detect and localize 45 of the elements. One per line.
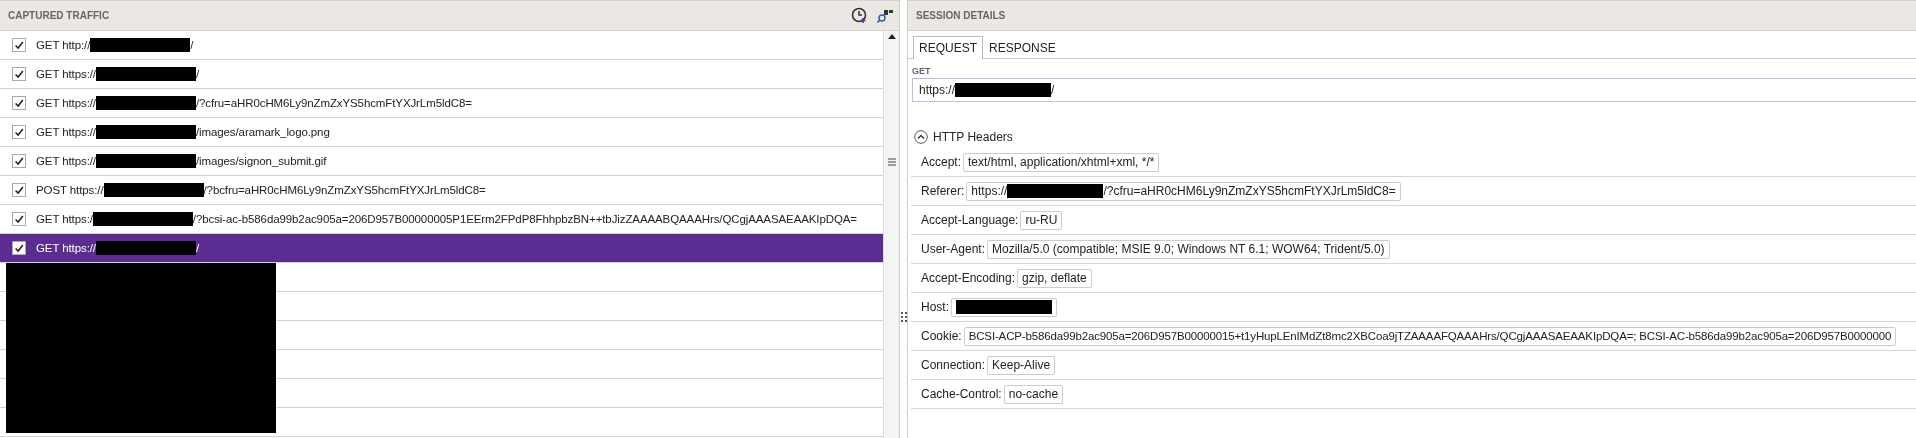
header-value-field[interactable]: ru-RU xyxy=(1020,210,1063,230)
traffic-row[interactable]: GET https:// /?cfru=aHR0cHM6Ly9nZmZxYS5hcmFtYXJrLm5ldC8= xyxy=(0,89,883,118)
header-value-field[interactable]: https:// /?cfru=aHR0cHM6Ly9nZmZxYS5hcmFtYXJrLm5ldC8= xyxy=(966,181,1401,201)
request-text: POST https:// xyxy=(36,184,104,196)
request-text: GET https:// xyxy=(36,68,96,80)
panel-title: CAPTURED TRAFFIC xyxy=(8,10,111,21)
tab[interactable]: REQUEST xyxy=(913,36,983,59)
request-text: GET https:// xyxy=(36,155,96,167)
traffic-row[interactable]: GET http:// / xyxy=(0,31,883,60)
request-text: GET https:/ xyxy=(36,213,93,225)
request-text: GET http:// xyxy=(36,39,91,51)
request-text: GET https:// xyxy=(36,126,96,138)
header-value-field[interactable]: gzip, deflate xyxy=(1017,268,1092,288)
header-value-field[interactable]: text/html, application/xhtml+xml, */* xyxy=(963,152,1160,172)
request-text: /images/aramark_logo.png xyxy=(195,126,330,138)
header-value-field[interactable]: no-cache xyxy=(1003,384,1064,404)
header-value-field[interactable]: BCSI-ACP-b586da99b2ac905a=206D957B00000015+t1yHupLEnIMdZt8mc2XBCoa9jTZAAAAFQAAAHrs/QCgjAAASAEAAKIpDQA=; BCSI-AC-b586da99b2ac905a=206D957B0000000 xyxy=(963,326,1897,346)
tab[interactable]: RESPONSE xyxy=(983,36,1062,58)
url-field[interactable]: https:// / xyxy=(912,78,1916,102)
request-text: /?bcsi-ac-b586da99b2ac905a=206D957B00000005P1EErm2FPdP8FhhpbzBN++tbJizZAAAABQAAAHrs/QCgjAAASAEAAKIpDQA= xyxy=(192,213,857,225)
header-name: Accept: xyxy=(921,155,962,169)
request-text: / xyxy=(190,39,194,51)
section-title: HTTP Headers xyxy=(933,130,1013,144)
header-name: Referer: xyxy=(921,184,965,198)
header-name: Host: xyxy=(921,300,949,314)
header-name: Cache-Control: xyxy=(921,387,1002,401)
request-text: GET https:// xyxy=(36,97,96,109)
header-name: Connection: xyxy=(921,358,986,372)
traffic-row[interactable]: GET https:// /images/aramark_logo.png xyxy=(0,118,883,147)
header-name: Cookie: xyxy=(921,329,962,343)
request-text: / xyxy=(195,242,200,254)
header-value-field[interactable]: Mozilla/5.0 (compatible; MSIE 9.0; Windows NT 6.1; WOW64; Trident/5.0) xyxy=(987,239,1390,259)
traffic-row[interactable]: GET https:// /images/signon_submit.gif xyxy=(0,147,883,176)
header-name: User-Agent: xyxy=(921,242,986,256)
request-text: /images/signon_submit.gif xyxy=(195,155,327,167)
traffic-row[interactable]: GET https:// / xyxy=(0,234,883,263)
request-text: /?cfru=aHR0cHM6Ly9nZmZxYS5hcmFtYXJrLm5ldC8= xyxy=(195,97,472,109)
header-name: Accept-Encoding: xyxy=(921,271,1016,285)
header-value-field[interactable]: Keep-Alive xyxy=(987,355,1056,375)
panel-title: SESSION DETAILS xyxy=(916,10,1006,21)
request-text: / xyxy=(195,68,200,80)
method-label: GET xyxy=(912,66,932,76)
traffic-row[interactable]: GET https:// / xyxy=(0,60,883,89)
header-name: Accept-Language: xyxy=(921,213,1019,227)
request-text: GET https:// xyxy=(36,242,96,254)
